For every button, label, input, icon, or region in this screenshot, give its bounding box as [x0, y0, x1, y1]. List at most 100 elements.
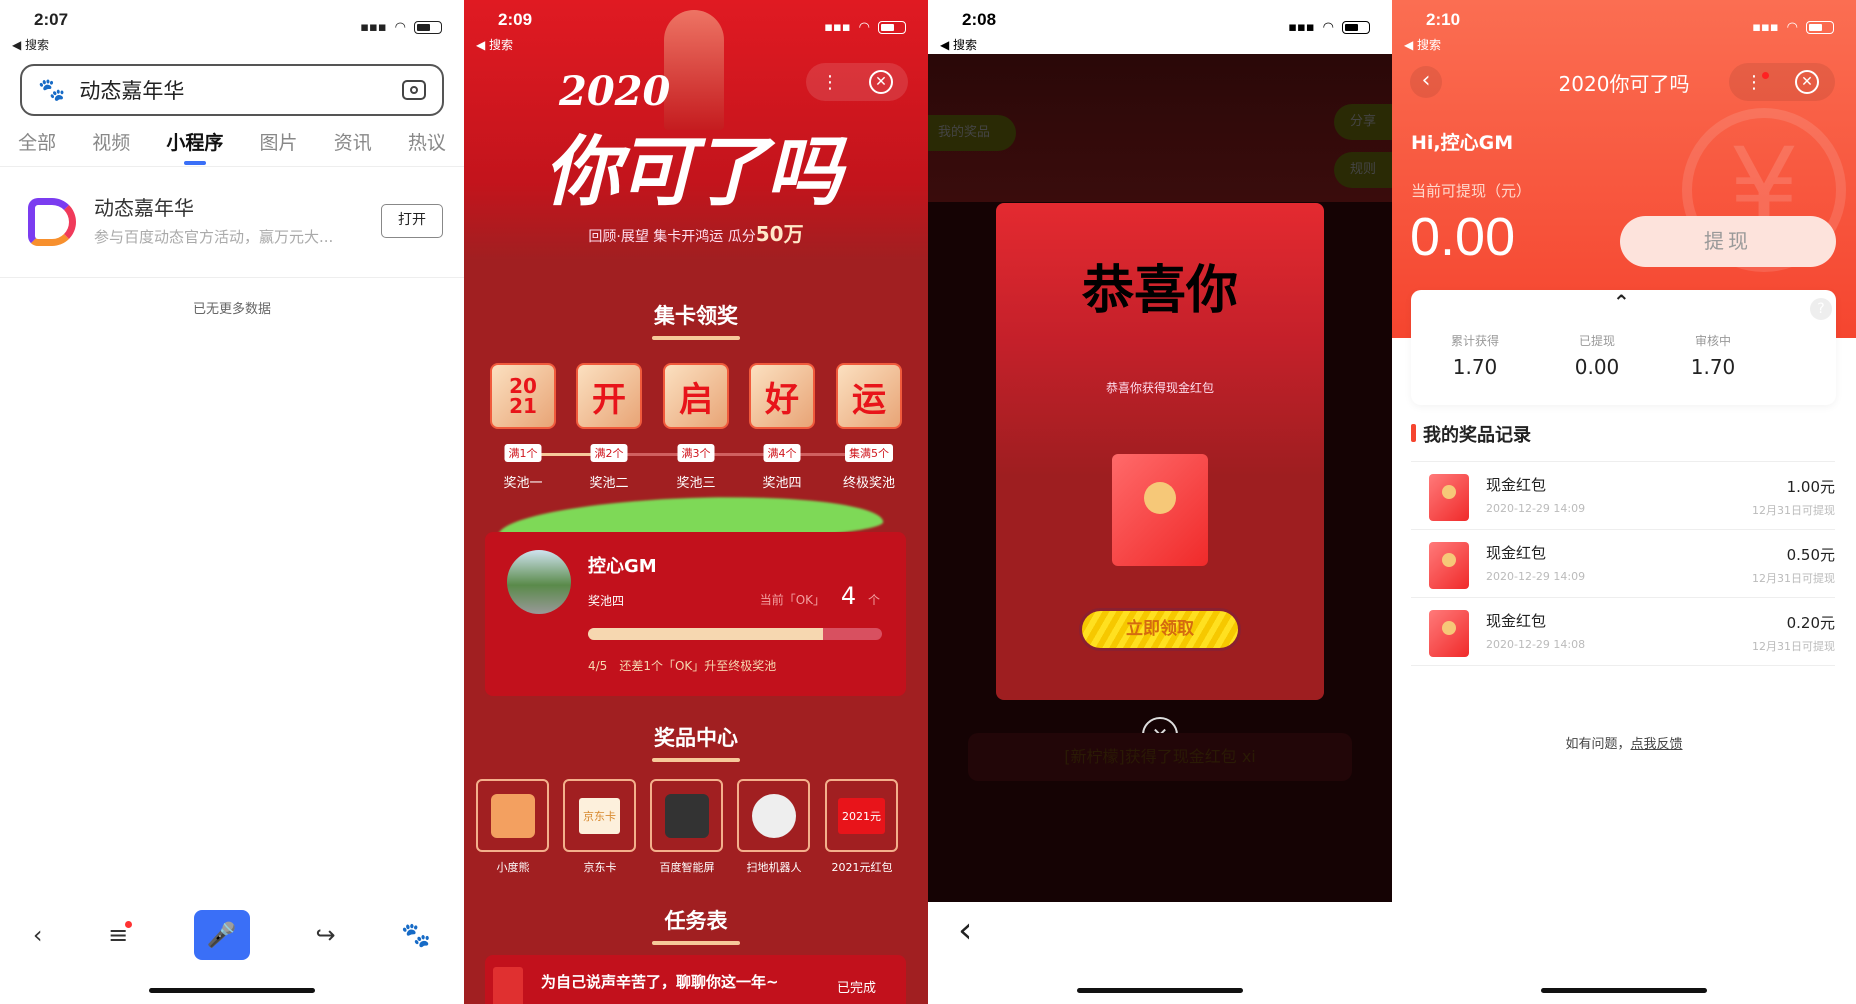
tab-all[interactable]: 全部	[18, 128, 56, 155]
stat-label: 累计获得	[1450, 334, 1499, 348]
camera-icon[interactable]	[402, 80, 426, 100]
feedback-prefix: 如有问题，	[1565, 737, 1631, 752]
help-icon[interactable]: ?	[1810, 298, 1832, 320]
signal-icon: ▪▪▪	[824, 20, 851, 35]
back-to-search-link[interactable]: ◀ 搜索	[1404, 36, 1441, 53]
tab-news[interactable]: 资讯	[334, 128, 372, 155]
collect-card[interactable]: 20 21	[490, 363, 556, 429]
modal-title: 恭喜你	[1081, 261, 1238, 321]
result-desc: 参与百度动态官方活动，赢万元大...	[94, 228, 334, 246]
withdrawable-label: 当前可提现（元）	[1411, 182, 1532, 200]
pool-threshold-badge: 集满5个	[845, 444, 893, 462]
more-icon[interactable]: ⋮	[1745, 71, 1769, 93]
section-title-prizes: 奖品中心	[464, 722, 928, 762]
withdraw-button[interactable]: 提现	[1620, 216, 1836, 267]
feedback-link[interactable]: 点我反馈	[1631, 737, 1683, 752]
open-button[interactable]: 打开	[381, 204, 443, 238]
record-name: 现金红包	[1486, 476, 1547, 494]
prize-image	[664, 793, 709, 838]
record-amount: 0.50元	[1786, 546, 1835, 564]
claim-button[interactable]: 立即领取	[1082, 611, 1238, 648]
card-char: 运	[852, 379, 886, 420]
search-tabs: 全部 视频 小程序 图片 资讯 热议	[0, 128, 464, 165]
share-button: 分享	[1334, 104, 1392, 140]
prize-label: 扫地机器人	[746, 861, 802, 874]
battery-icon	[878, 21, 906, 34]
rules-button: 规则	[1334, 152, 1392, 188]
battery-icon	[414, 21, 442, 34]
prize-item[interactable]: 京东卡	[563, 779, 636, 852]
back-to-search-link[interactable]: ◀ 搜索	[12, 36, 49, 53]
prize-item[interactable]	[476, 779, 549, 852]
stat-value: 1.70	[1452, 355, 1498, 379]
section-title-collect: 集卡领奖	[464, 300, 928, 340]
result-title: 动态嘉年华	[94, 196, 194, 220]
back-icon[interactable]: ‹	[33, 921, 43, 949]
record-row: 现金红包 2020-12-29 14:09 0.50元 12月31日可提现	[1411, 530, 1835, 598]
prize-image	[751, 793, 796, 838]
red-envelope-icon	[1429, 542, 1469, 589]
more-icon[interactable]: ⋮	[821, 72, 839, 93]
battery-icon	[1342, 21, 1370, 34]
task-icon	[493, 967, 523, 1004]
status-icons: ▪▪▪ ◠	[824, 20, 906, 35]
menu-icon[interactable]: ≡	[108, 921, 133, 949]
unit: 个	[867, 593, 880, 607]
tab-video[interactable]: 视频	[92, 128, 130, 155]
tab-discussion[interactable]: 热议	[408, 128, 446, 155]
bottom-toolbar: ‹ ≡ 🎤 ↪ 🐾	[0, 900, 464, 970]
close-circle-icon[interactable]: ✕	[1795, 70, 1819, 94]
task-status[interactable]: 已完成	[837, 977, 876, 996]
banner-subtitle: 回顾·展望 集卡开鸿运 瓜分50万	[464, 218, 928, 247]
progress-text: 4/5	[588, 659, 608, 673]
mini-program-capsule: ⋮ ✕	[1729, 63, 1835, 101]
status-time: 2:09	[498, 10, 533, 29]
no-more-data: 已无更多数据	[192, 302, 271, 317]
voice-button[interactable]: 🎤	[193, 910, 250, 960]
modal-subtitle: 恭喜你获得现金红包	[1105, 381, 1214, 395]
result-item[interactable]: 动态嘉年华 参与百度动态官方活动，赢万元大... 打开	[0, 180, 464, 276]
prize-label: 小度熊	[496, 861, 530, 874]
banner-title: 你可了吗	[544, 127, 842, 216]
tab-mini-program[interactable]: 小程序	[166, 128, 223, 165]
battery-icon	[1806, 21, 1834, 34]
prize-card-text: 京东卡	[579, 797, 620, 834]
user-name: 控心GM	[588, 556, 657, 577]
collect-card[interactable]: 启	[663, 363, 729, 429]
prize-label: 百度智能屏	[659, 861, 715, 874]
card-char: 好	[765, 379, 799, 420]
collect-card[interactable]: 开	[576, 363, 642, 429]
collapse-chevron-icon[interactable]: ⌃	[1613, 290, 1630, 314]
record-name: 现金红包	[1486, 612, 1547, 630]
share-icon[interactable]: ↪	[316, 921, 336, 949]
baidu-home-icon[interactable]: 🐾	[401, 921, 431, 949]
progress-bar	[588, 628, 882, 640]
records-title-marker	[1411, 424, 1416, 442]
banner: 2020 你可了吗 回顾·展望 集卡开鸿运 瓜分50万	[464, 0, 928, 260]
back-icon[interactable]: ‹	[958, 910, 972, 951]
search-input[interactable]: 🐾 动态嘉年华	[20, 64, 444, 116]
status-time: 2:07	[34, 10, 69, 29]
ok-count-value: 4	[840, 582, 857, 610]
stat-value: 0.00	[1574, 355, 1620, 379]
avatar	[507, 550, 571, 614]
stats-card: ⌃ ? 累计获得 1.70 已提现 0.00 审核中 1.70	[1411, 290, 1836, 405]
back-to-search-link[interactable]: ◀ 搜索	[940, 36, 977, 53]
prize-item[interactable]	[737, 779, 810, 852]
task-item[interactable]: 为自己说声辛苦了，聊聊你这一年~ 已完成	[485, 955, 906, 1004]
collect-card[interactable]: 运	[836, 363, 902, 429]
hint-text: 还差1个「OK」升至终极奖池	[619, 659, 777, 673]
prize-item[interactable]	[650, 779, 723, 852]
card-char: 开	[592, 379, 626, 420]
back-to-search-link[interactable]: ◀ 搜索	[476, 36, 513, 53]
record-note: 12月31日可提现	[1752, 640, 1835, 653]
user-pool: 奖池四	[588, 594, 625, 608]
collect-card[interactable]: 好	[749, 363, 815, 429]
record-note: 12月31日可提现	[1752, 504, 1835, 517]
app-logo-icon	[28, 198, 76, 246]
prize-item[interactable]: 2021元	[825, 779, 898, 852]
record-amount: 1.00元	[1786, 478, 1835, 496]
campaign-home-screen: 2020 你可了吗 回顾·展望 集卡开鸿运 瓜分50万 2:09 ◀ 搜索 ▪▪…	[464, 0, 928, 1004]
close-circle-icon[interactable]: ✕	[869, 70, 893, 94]
tab-images[interactable]: 图片	[260, 128, 298, 155]
